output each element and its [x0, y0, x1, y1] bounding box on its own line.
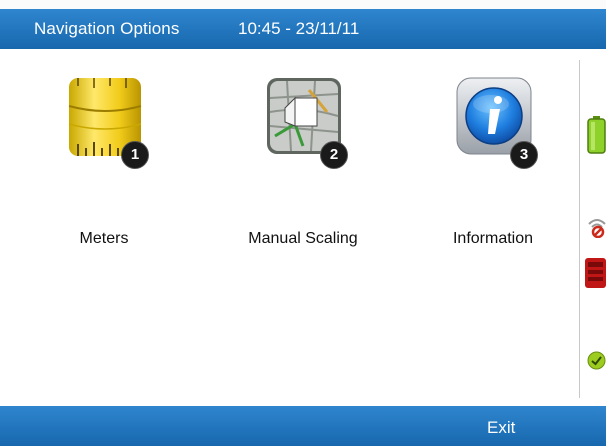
status-strip	[0, 0, 606, 9]
option-number-badge: 1	[121, 141, 149, 169]
manual-scaling-option[interactable]: 2 Manual Scaling	[228, 76, 378, 247]
sidebar-divider	[579, 60, 580, 398]
red-device-icon	[584, 256, 606, 293]
exit-button[interactable]: Exit	[487, 418, 515, 438]
map-scale-icon: 2	[265, 76, 348, 169]
information-option[interactable]: 3 Information	[418, 76, 568, 247]
tape-measure-icon: 1	[66, 76, 149, 169]
manual-scaling-label: Manual Scaling	[248, 230, 358, 247]
ok-check-icon	[587, 351, 606, 375]
meters-option[interactable]: 1 Meters	[29, 76, 179, 247]
information-label: Information	[452, 230, 534, 247]
no-signal-icon	[587, 216, 606, 243]
clock-date: 10:45 - 23/11/11	[238, 19, 360, 38]
option-number-badge: 3	[510, 141, 538, 169]
footer-bar: Exit	[0, 406, 606, 446]
options-panel: 1 Meters 2 Manual Scaling 3 Information	[0, 49, 606, 406]
info-icon: 3	[455, 76, 538, 169]
meters-label: Meters	[79, 230, 129, 247]
page-title: Navigation Options	[34, 19, 180, 38]
header-bar: Navigation Options 10:45 - 23/11/11	[0, 9, 606, 49]
battery-icon	[587, 116, 606, 159]
option-number-badge: 2	[320, 141, 348, 169]
